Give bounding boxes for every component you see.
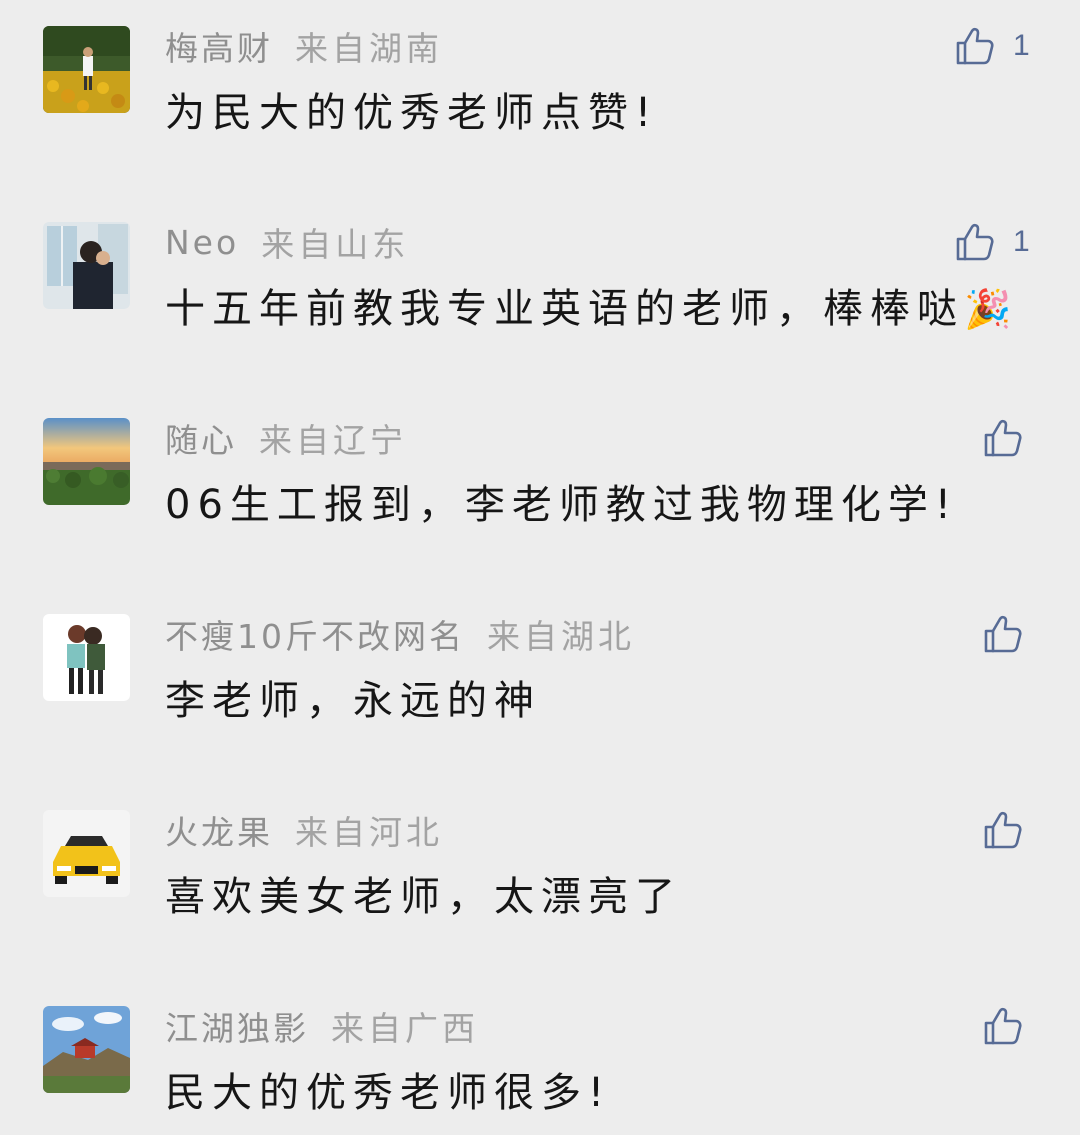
comment-text: 喜欢美女老师，太漂亮了 — [165, 874, 682, 920]
comment-item: Neo 来自山东 十五年前教我专业英语的老师，棒棒哒🎉 1 — [0, 196, 1080, 392]
comment-text: 为民大的优秀老师点赞! — [165, 90, 659, 136]
nickname[interactable]: 江湖独影 — [165, 1002, 309, 1050]
like-button[interactable]: 1 — [955, 24, 1030, 68]
avatar-sunset-landscape — [43, 418, 130, 505]
comment-text: 民大的优秀老师很多! — [165, 1070, 612, 1116]
location-label: 来自广西 — [331, 1009, 479, 1048]
thumbs-up-icon — [984, 419, 1022, 457]
avatar-window-portrait — [43, 222, 130, 309]
comment-list: 梅高财 来自湖南 为民大的优秀老师点赞! 1 Neo 来自山东 十五年前教我专业… — [0, 0, 1080, 1135]
comment-meta: 梅高财 来自湖南 — [165, 24, 443, 68]
comment-meta: 火龙果 来自河北 — [165, 808, 443, 852]
location-label: 来自河北 — [295, 813, 443, 852]
avatar[interactable] — [43, 1006, 130, 1093]
location-label: 来自湖北 — [487, 617, 635, 656]
like-button[interactable] — [983, 612, 1023, 656]
avatar[interactable] — [43, 810, 130, 897]
avatar-field-image — [43, 26, 130, 113]
comment-text: 李老师，永远的神 — [165, 678, 541, 724]
comment-meta: Neo 来自山东 — [165, 220, 410, 265]
nickname[interactable]: 梅高财 — [165, 22, 273, 70]
nickname[interactable]: Neo — [165, 223, 239, 262]
comment-meta: 不瘦10斤不改网名 来自湖北 — [165, 612, 635, 656]
location-label: 来自湖南 — [295, 29, 443, 68]
like-button[interactable] — [983, 416, 1023, 460]
comment-meta: 随心 来自辽宁 — [165, 416, 407, 460]
comment-text: 十五年前教我专业英语的老师，棒棒哒🎉 — [165, 286, 1012, 332]
like-button[interactable] — [983, 1004, 1023, 1048]
like-count: 1 — [1013, 29, 1030, 62]
avatar-couple-illustration — [43, 614, 130, 701]
party-popper-emoji: 🎉 — [964, 287, 1012, 331]
avatar[interactable] — [43, 418, 130, 505]
comment-item: 火龙果 来自河北 喜欢美女老师，太漂亮了 — [0, 784, 1080, 980]
comment-item: 不瘦10斤不改网名 来自湖北 李老师，永远的神 — [0, 588, 1080, 784]
thumbs-up-icon — [984, 1007, 1022, 1045]
comment-text: 06生工报到，李老师教过我物理化学! — [165, 482, 958, 528]
thumbs-up-icon — [984, 615, 1022, 653]
like-button[interactable] — [983, 808, 1023, 852]
avatar[interactable] — [43, 26, 130, 113]
comment-item: 梅高财 来自湖南 为民大的优秀老师点赞! 1 — [0, 0, 1080, 196]
location-label: 来自辽宁 — [259, 421, 407, 460]
thumbs-up-icon — [956, 223, 994, 261]
like-count: 1 — [1013, 225, 1030, 258]
thumbs-up-icon — [956, 27, 994, 65]
avatar-temple-landscape — [43, 1006, 130, 1093]
comment-meta: 江湖独影 来自广西 — [165, 1004, 479, 1048]
nickname[interactable]: 火龙果 — [165, 806, 273, 854]
location-label: 来自山东 — [261, 225, 410, 264]
avatar[interactable] — [43, 222, 130, 309]
thumbs-up-icon — [984, 811, 1022, 849]
avatar[interactable] — [43, 614, 130, 701]
comment-item: 随心 来自辽宁 06生工报到，李老师教过我物理化学! — [0, 392, 1080, 588]
nickname[interactable]: 随心 — [165, 414, 237, 462]
nickname[interactable]: 不瘦10斤不改网名 — [165, 610, 465, 658]
comment-item: 江湖独影 来自广西 民大的优秀老师很多! — [0, 980, 1080, 1135]
avatar-yellow-car — [43, 810, 130, 897]
like-button[interactable]: 1 — [955, 220, 1030, 264]
